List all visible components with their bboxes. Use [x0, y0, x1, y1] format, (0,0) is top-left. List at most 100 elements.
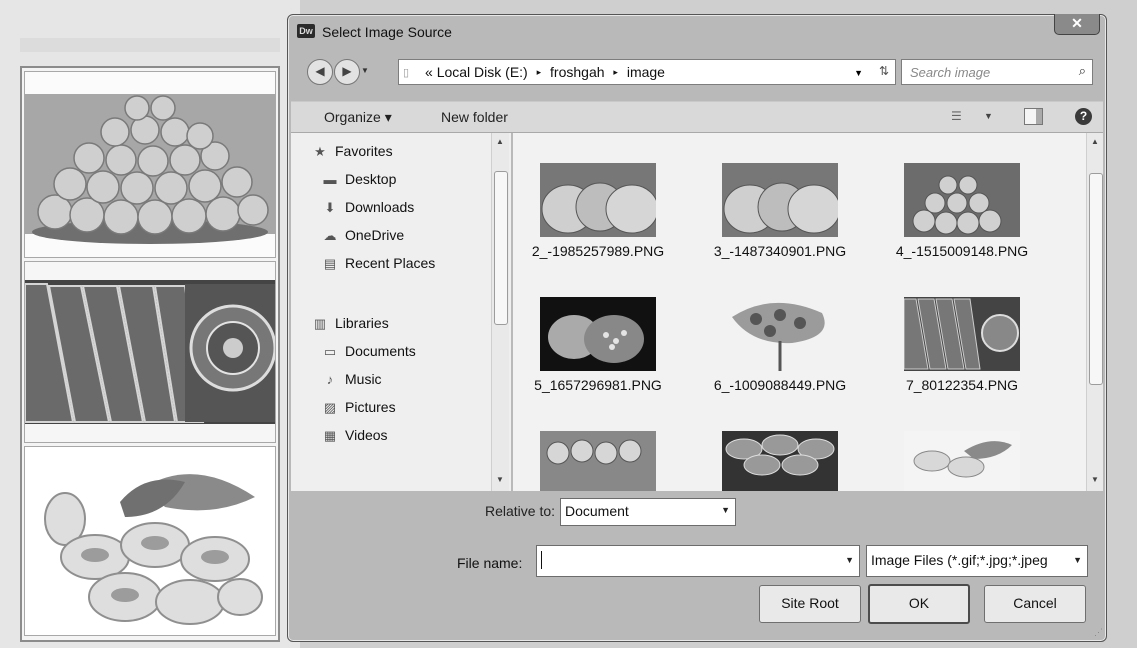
- ok-button[interactable]: OK: [868, 584, 970, 624]
- nav-label: Pictures: [345, 399, 396, 415]
- folder-icon: ▯: [403, 67, 410, 79]
- file-name: 4_-1515009148.PNG: [895, 243, 1029, 259]
- nav-label: Downloads: [345, 199, 415, 215]
- nav-label: Recent Places: [345, 255, 436, 271]
- file-name: 7_80122354.PNG: [905, 377, 1019, 393]
- nav-label: OneDrive: [345, 227, 405, 243]
- back-button[interactable]: ◀: [307, 59, 333, 85]
- view-options-dropdown-icon[interactable]: ▼: [984, 111, 993, 121]
- resize-grip-icon[interactable]: ⋰: [1094, 627, 1103, 638]
- file-name-input[interactable]: [541, 551, 542, 569]
- breadcrumb-item-local-disk[interactable]: Local Disk (E:): [437, 64, 528, 80]
- page-header-strip: [20, 38, 280, 52]
- address-bar[interactable]: ▯ « Local Disk (E:) ▸ froshgah ▸ image ▼…: [398, 59, 896, 85]
- breadcrumb: « Local Disk (E:) ▸ froshgah ▸ image: [425, 64, 665, 80]
- file-name: 2_-1985257989.PNG: [531, 243, 665, 259]
- address-history-dropdown-icon[interactable]: ▼: [854, 68, 863, 78]
- scroll-down-icon[interactable]: ▼: [496, 475, 504, 484]
- scroll-up-icon[interactable]: ▲: [1091, 137, 1099, 146]
- close-button[interactable]: ✕: [1054, 14, 1100, 35]
- music-icon: ♪: [326, 372, 334, 387]
- gallery-image-carpets[interactable]: [24, 261, 276, 443]
- pastries-photo: [25, 72, 275, 257]
- forward-button[interactable]: ▶: [334, 59, 360, 85]
- preview-pane-icon[interactable]: [1024, 108, 1043, 125]
- relative-to-label: Relative to:: [485, 503, 556, 519]
- nav-item-recent-places[interactable]: ▤ Recent Places: [321, 255, 435, 272]
- chevron-down-icon[interactable]: ▼: [845, 555, 854, 565]
- navigation-pane: ★ Favorites ▬ Desktop ⬇ Downloads ☁ OneDrive…: [291, 133, 511, 491]
- scroll-down-icon[interactable]: ▼: [1091, 475, 1099, 484]
- scrollbar-thumb[interactable]: [494, 171, 508, 325]
- file-name: 5_1657296981.PNG: [534, 377, 662, 393]
- gallery-image-pastries[interactable]: [24, 71, 276, 258]
- file-item[interactable]: 4_-1515009148.PNG: [887, 163, 1037, 260]
- file-item[interactable]: [523, 431, 673, 491]
- refresh-icon[interactable]: ⇅: [879, 64, 889, 78]
- file-name: 6_-1009088449.PNG: [713, 377, 847, 393]
- desktop-icon: ▬: [323, 172, 337, 187]
- pistachios-photo: [25, 447, 275, 635]
- relative-to-select[interactable]: Document ▼: [560, 498, 736, 526]
- nav-item-downloads[interactable]: ⬇ Downloads: [321, 199, 415, 216]
- recent-places-icon: ▤: [323, 256, 337, 271]
- nav-item-pictures[interactable]: ▨ Pictures: [321, 399, 396, 416]
- pomegranate-icon: [540, 297, 656, 371]
- title-bar[interactable]: Dw Select Image Source ✕: [288, 14, 1106, 43]
- help-icon[interactable]: ?: [1075, 108, 1092, 125]
- file-item[interactable]: 2_-1985257989.PNG: [523, 163, 673, 260]
- file-item[interactable]: 7_80122354.PNG: [887, 297, 1037, 394]
- file-item[interactable]: [887, 431, 1037, 491]
- background-page: [0, 0, 300, 648]
- nav-item-documents[interactable]: ▭ Documents: [321, 343, 416, 360]
- file-item[interactable]: 6_-1009088449.PNG: [705, 297, 855, 394]
- change-view-icon[interactable]: ☰: [951, 109, 962, 123]
- dialog-title: Select Image Source: [322, 24, 452, 40]
- nav-item-onedrive[interactable]: ☁ OneDrive: [321, 227, 405, 244]
- gallery-image-pistachios[interactable]: [24, 446, 276, 636]
- search-icon[interactable]: ⌕: [1079, 63, 1086, 79]
- image-gallery: [20, 66, 280, 642]
- nav-label: Music: [345, 371, 382, 387]
- breadcrumb-separator-icon[interactable]: ▸: [613, 67, 618, 77]
- breadcrumb-separator-icon[interactable]: ▸: [537, 67, 542, 77]
- nav-item-videos[interactable]: ▦ Videos: [321, 427, 388, 444]
- plates-icon: [722, 431, 838, 491]
- search-input[interactable]: Search image: [910, 65, 990, 80]
- new-folder-button[interactable]: New folder: [441, 109, 508, 125]
- pastries-icon: [540, 163, 656, 237]
- file-list-scrollbar[interactable]: ▲ ▼: [1086, 133, 1103, 491]
- file-item[interactable]: 3_-1487340901.PNG: [705, 163, 855, 260]
- nav-label: Libraries: [335, 315, 389, 331]
- command-toolbar: Organize ▾ New folder ☰ ▼ ?: [291, 101, 1103, 133]
- breadcrumb-item-froshgah[interactable]: froshgah: [550, 64, 604, 80]
- nav-pane-scrollbar[interactable]: ▲ ▼: [491, 133, 509, 491]
- breadcrumb-item-image[interactable]: image: [627, 64, 665, 80]
- cancel-button[interactable]: Cancel: [984, 585, 1086, 623]
- select-image-source-dialog: Dw Select Image Source ✕ ◀ ▶ ▼ ▯ « Local…: [287, 14, 1107, 642]
- organize-button[interactable]: Organize ▾: [324, 109, 392, 126]
- search-box[interactable]: Search image ⌕: [901, 59, 1093, 85]
- chevron-down-icon: ▼: [1071, 555, 1082, 565]
- recent-locations-dropdown[interactable]: ▼: [361, 66, 369, 75]
- nav-item-desktop[interactable]: ▬ Desktop: [321, 171, 397, 187]
- breadcrumb-overflow[interactable]: «: [425, 64, 433, 80]
- file-item[interactable]: [705, 431, 855, 491]
- site-root-button[interactable]: Site Root: [759, 585, 861, 623]
- forward-arrow-icon: ▶: [342, 64, 352, 78]
- videos-icon: ▦: [323, 428, 337, 443]
- file-name-field[interactable]: ▼: [536, 545, 860, 577]
- nav-libraries-header[interactable]: ▥ Libraries: [311, 315, 389, 332]
- documents-icon: ▭: [323, 344, 337, 359]
- file-type-select[interactable]: Image Files (*.gif;*.jpg;*.jpeg ▼: [866, 545, 1088, 577]
- file-item[interactable]: 5_1657296981.PNG: [523, 297, 673, 394]
- nav-favorites-header[interactable]: ★ Favorites: [311, 143, 392, 160]
- chevron-down-icon: ▼: [721, 505, 730, 515]
- file-name-label: File name:: [457, 555, 523, 571]
- pistachio-icon: [904, 431, 1020, 491]
- relative-to-value: Document: [565, 503, 629, 519]
- star-icon: ★: [314, 144, 326, 159]
- nav-item-music[interactable]: ♪ Music: [321, 371, 382, 387]
- scrollbar-thumb[interactable]: [1089, 173, 1103, 385]
- scroll-up-icon[interactable]: ▲: [496, 137, 504, 146]
